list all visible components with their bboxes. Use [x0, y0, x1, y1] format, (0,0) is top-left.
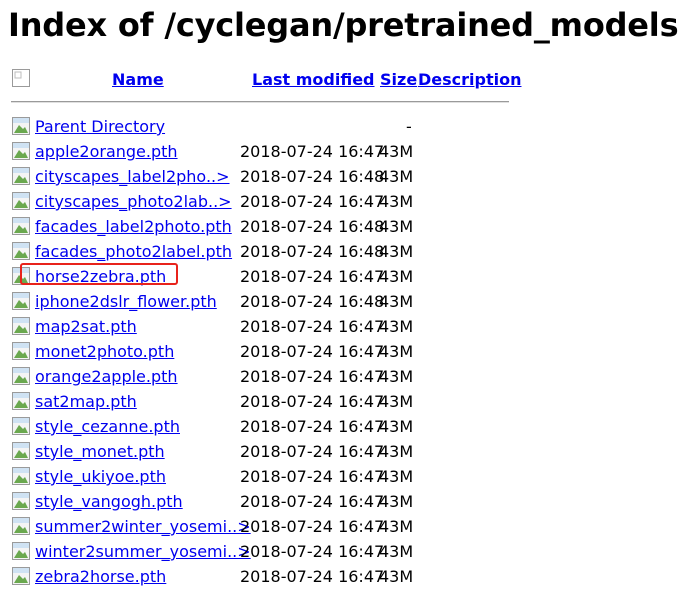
file-link[interactable]: style_vangogh.pth — [35, 492, 183, 511]
file-link[interactable]: sat2map.pth — [35, 392, 137, 411]
file-modified: 2018-07-24 16:48 — [240, 292, 385, 311]
broken-image-icon — [12, 342, 30, 360]
file-link[interactable]: monet2photo.pth — [35, 342, 174, 361]
broken-image-icon — [12, 392, 30, 410]
broken-image-icon — [12, 492, 30, 510]
file-link[interactable]: style_ukiyoe.pth — [35, 467, 166, 486]
broken-image-icon — [12, 567, 30, 585]
file-row: style_ukiyoe.pth 2018-07-24 16:47 43M — [0, 467, 698, 492]
file-modified: 2018-07-24 16:48 — [240, 242, 385, 261]
file-modified: 2018-07-24 16:47 — [240, 567, 385, 586]
file-link[interactable]: iphone2dslr_flower.pth — [35, 292, 217, 311]
broken-image-icon — [12, 517, 30, 535]
file-modified: 2018-07-24 16:47 — [240, 392, 385, 411]
file-size: 43M — [379, 417, 414, 436]
file-link[interactable]: winter2summer_yosemi..> — [35, 542, 251, 561]
file-size: 43M — [379, 467, 414, 486]
file-modified: 2018-07-24 16:47 — [240, 267, 385, 286]
broken-image-icon — [12, 217, 30, 235]
file-size: 43M — [379, 267, 414, 286]
file-link[interactable]: style_cezanne.pth — [35, 417, 180, 436]
broken-image-icon — [12, 242, 30, 260]
file-size: 43M — [379, 242, 414, 261]
file-link[interactable]: facades_photo2label.pth — [35, 242, 232, 261]
file-row: cityscapes_label2pho..> 2018-07-24 16:48 4… — [0, 167, 698, 192]
broken-image-icon — [12, 292, 30, 310]
broken-image-icon — [12, 167, 30, 185]
broken-image-icon — [12, 192, 30, 210]
file-modified: 2018-07-24 16:47 — [240, 342, 385, 361]
file-row: style_monet.pth 2018-07-24 16:47 43M — [0, 442, 698, 467]
sort-by-name-link[interactable]: Name — [112, 70, 164, 89]
file-modified: 2018-07-24 16:47 — [240, 467, 385, 486]
file-link[interactable]: cityscapes_photo2lab..> — [35, 192, 232, 211]
blank-icon — [12, 69, 30, 87]
file-row: iphone2dslr_flower.pth 2018-07-24 16:48 43… — [0, 292, 698, 317]
file-size: 43M — [379, 492, 414, 511]
parent-size: - — [406, 117, 412, 136]
broken-image-icon — [12, 417, 30, 435]
file-row: style_cezanne.pth 2018-07-24 16:47 43M — [0, 417, 698, 442]
broken-image-icon — [12, 442, 30, 460]
file-modified: 2018-07-24 16:48 — [240, 167, 385, 186]
file-size: 43M — [379, 167, 414, 186]
file-modified: 2018-07-24 16:47 — [240, 542, 385, 561]
file-row: winter2summer_yosemi..> 2018-07-24 16:47 4… — [0, 542, 698, 567]
file-link[interactable]: summer2winter_yosemi..> — [35, 517, 251, 536]
file-size: 43M — [379, 217, 414, 236]
file-row: style_vangogh.pth 2018-07-24 16:47 43M — [0, 492, 698, 517]
file-modified: 2018-07-24 16:47 — [240, 442, 385, 461]
file-modified: 2018-07-24 16:47 — [240, 417, 385, 436]
file-row: facades_label2photo.pth 2018-07-24 16:48 4… — [0, 217, 698, 242]
file-link[interactable]: style_monet.pth — [35, 442, 165, 461]
file-modified: 2018-07-24 16:47 — [240, 192, 385, 211]
file-modified: 2018-07-24 16:47 — [240, 317, 385, 336]
header-divider — [11, 101, 509, 103]
file-size: 43M — [379, 142, 414, 161]
file-modified: 2018-07-24 16:48 — [240, 217, 385, 236]
sort-by-last-modified-link[interactable]: Last modified — [252, 70, 375, 89]
file-row: orange2apple.pth 2018-07-24 16:47 43M — [0, 367, 698, 392]
file-link[interactable]: orange2apple.pth — [35, 367, 178, 386]
file-modified: 2018-07-24 16:47 — [240, 492, 385, 511]
broken-image-icon — [12, 542, 30, 560]
parent-directory-link[interactable]: Parent Directory — [35, 117, 165, 136]
file-link[interactable]: apple2orange.pth — [35, 142, 178, 161]
file-size: 43M — [379, 392, 414, 411]
broken-image-icon — [12, 367, 30, 385]
file-size: 43M — [379, 292, 414, 311]
parent-directory-row: Parent Directory - — [0, 117, 698, 142]
file-row: monet2photo.pth 2018-07-24 16:47 43M — [0, 342, 698, 367]
highlight-box — [20, 263, 178, 285]
file-modified: 2018-07-24 16:47 — [240, 517, 385, 536]
file-modified: 2018-07-24 16:47 — [240, 367, 385, 386]
file-row: apple2orange.pth 2018-07-24 16:47 43M — [0, 142, 698, 167]
broken-image-icon — [12, 467, 30, 485]
file-row: summer2winter_yosemi..> 2018-07-24 16:47 4… — [0, 517, 698, 542]
file-link[interactable]: map2sat.pth — [35, 317, 137, 336]
file-link[interactable]: cityscapes_label2pho..> — [35, 167, 230, 186]
file-row: sat2map.pth 2018-07-24 16:47 43M — [0, 392, 698, 417]
file-size: 43M — [379, 342, 414, 361]
page-title: Index of /cyclegan/pretrained_models — [8, 6, 679, 44]
back-icon — [12, 117, 30, 135]
file-size: 43M — [379, 442, 414, 461]
file-size: 43M — [379, 542, 414, 561]
sort-by-size-link[interactable]: Size — [380, 70, 417, 89]
file-size: 43M — [379, 567, 414, 586]
file-size: 43M — [379, 367, 414, 386]
broken-image-icon — [12, 317, 30, 335]
file-modified: 2018-07-24 16:47 — [240, 142, 385, 161]
file-link[interactable]: zebra2horse.pth — [35, 567, 166, 586]
file-link[interactable]: facades_label2photo.pth — [35, 217, 232, 236]
file-row: map2sat.pth 2018-07-24 16:47 43M — [0, 317, 698, 342]
file-size: 43M — [379, 317, 414, 336]
sort-by-description-link[interactable]: Description — [418, 70, 521, 89]
file-size: 43M — [379, 517, 414, 536]
file-row: cityscapes_photo2lab..> 2018-07-24 16:47 4… — [0, 192, 698, 217]
file-size: 43M — [379, 192, 414, 211]
broken-image-icon — [12, 142, 30, 160]
